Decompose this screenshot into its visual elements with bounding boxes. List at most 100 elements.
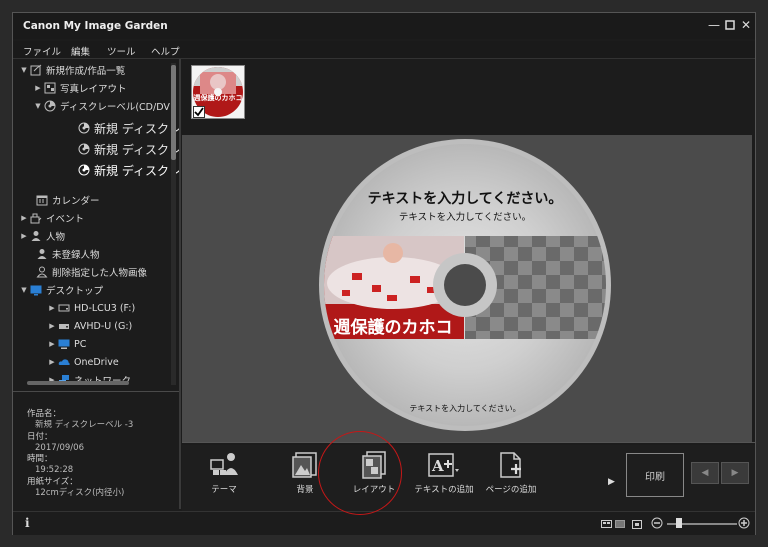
status-bar: i — [13, 511, 755, 535]
arrow-left-icon: ◀ — [701, 468, 709, 478]
menu-help[interactable]: ヘルプ — [151, 44, 180, 58]
expand-right-icon[interactable]: ▶ — [608, 477, 615, 487]
next-page-button[interactable]: ▶ — [721, 462, 749, 484]
edit-canvas[interactable]: 週保護のカホコ テキストを入力してください。 テキストを入力してください。 テキ… — [182, 135, 752, 442]
photo-layout-icon — [43, 82, 57, 94]
tree-item-new-disc-1[interactable]: 新規 ディスクレー — [77, 119, 179, 137]
tree-item-photo-layout[interactable]: ▶ 写真レイアウト — [33, 79, 127, 97]
tree-item-new-disc-3[interactable]: 新規 ディスクレー — [77, 161, 179, 179]
info-name-value: 新規 ディスクレーベル -3 — [35, 420, 134, 431]
disc-icon — [77, 122, 91, 134]
layout-label: レイアウト — [352, 485, 396, 495]
selected-checkbox[interactable] — [193, 106, 205, 118]
tree-item-disc-label[interactable]: ▼ ディスクレーベル(CD/DV — [33, 97, 170, 115]
menu-file[interactable]: ファイル — [23, 44, 61, 58]
menu-bar: ファイル 編集 ツール ヘルプ — [13, 41, 755, 59]
theme-button[interactable]: テーマ — [189, 451, 259, 495]
person-icon — [29, 230, 43, 242]
info-paper-value: 12cmディスク(内径小) — [35, 488, 125, 499]
expanded-arrow-icon[interactable]: ▼ — [19, 286, 29, 294]
drive-icon — [57, 320, 71, 332]
tree-item-pc[interactable]: ▶ PC — [47, 335, 86, 353]
disc-thumbnail[interactable]: 週保護のカホコ — [191, 65, 245, 119]
info-time-label: 時間： — [27, 454, 53, 465]
tree-item-event[interactable]: ▶ イベント — [19, 209, 84, 227]
add-text-icon: A — [428, 453, 459, 477]
layout-button[interactable]: レイアウト — [339, 451, 409, 495]
sidebar-vertical-scrollbar[interactable] — [171, 63, 176, 385]
single-view-icon[interactable] — [615, 520, 626, 532]
tree-item-people[interactable]: ▶ 人物 — [19, 227, 65, 245]
fit-to-window-icon[interactable] — [632, 519, 643, 533]
collapsed-arrow-icon[interactable]: ▶ — [19, 232, 29, 240]
zoom-out-icon[interactable] — [651, 517, 663, 532]
app-window: Canon My Image Garden — ✕ ファイル 編集 ツール ヘル… — [12, 12, 756, 535]
disc-title-text[interactable]: テキストを入力してください。 — [368, 190, 563, 207]
info-paper-label: 用紙サイズ： — [27, 476, 78, 487]
collapsed-arrow-icon[interactable]: ▶ — [19, 214, 29, 222]
tree-label: 写真レイアウト — [60, 84, 127, 95]
tree-label: AVHD-U (G:) — [74, 320, 133, 332]
disc-bottom-text[interactable]: テキストを入力してください。 — [409, 403, 520, 413]
menu-tools[interactable]: ツール — [107, 44, 136, 58]
maximize-icon[interactable] — [723, 18, 737, 32]
info-time-value: 19:52:28 — [35, 465, 74, 476]
view-mode-icon[interactable] — [601, 520, 613, 532]
background-button[interactable]: 背景 — [270, 451, 340, 495]
collapsed-arrow-icon[interactable]: ▶ — [47, 358, 57, 366]
minimize-icon[interactable]: — — [707, 18, 721, 32]
panel-splitter[interactable] — [179, 59, 181, 509]
print-button[interactable]: 印刷 — [626, 453, 684, 497]
window-title: Canon My Image Garden — [23, 20, 168, 32]
tree-item-network[interactable]: ▶ ネットワーク — [47, 371, 131, 389]
tree-label: 人物 — [46, 232, 66, 243]
tree-label: イベント — [46, 214, 85, 225]
add-page-icon — [500, 452, 521, 478]
info-date-value: 2017/09/06 — [35, 442, 84, 453]
collapsed-arrow-icon[interactable]: ▶ — [47, 340, 57, 348]
collapsed-arrow-icon[interactable]: ▶ — [47, 304, 57, 312]
info-date-label: 日付： — [27, 431, 53, 442]
tree-item-desktop[interactable]: ▼ デスクトップ — [19, 281, 103, 299]
expanded-arrow-icon[interactable]: ▼ — [19, 66, 29, 74]
theme-icon — [210, 453, 238, 475]
sidebar-divider[interactable] — [13, 391, 181, 392]
zoom-slider-handle[interactable] — [676, 518, 682, 528]
menu-edit[interactable]: 編集 — [71, 44, 90, 58]
scrollbar-thumb[interactable] — [171, 65, 176, 160]
info-icon[interactable]: i — [25, 516, 30, 530]
tree-item-onedrive[interactable]: ▶ OneDrive — [47, 353, 118, 371]
background-icon — [292, 452, 317, 478]
add-page-label: ページの追加 — [485, 485, 537, 495]
cloud-icon — [57, 356, 71, 368]
expanded-arrow-icon[interactable]: ▼ — [33, 102, 43, 110]
add-text-label: テキストの追加 — [414, 485, 474, 495]
tree-item-hd-lcu3[interactable]: ▶ HD-LCU3 (F:) — [47, 299, 135, 317]
collapsed-arrow-icon[interactable]: ▶ — [33, 84, 43, 92]
add-text-button[interactable]: A テキストの追加 — [409, 451, 479, 495]
event-icon — [29, 212, 43, 224]
tree-item-unregistered[interactable]: 未登録人物 — [35, 245, 100, 263]
sidebar-horizontal-scrollbar[interactable] — [27, 381, 129, 385]
svg-text:A: A — [431, 457, 444, 475]
tree-label: HD-LCU3 (F:) — [74, 302, 136, 314]
disc-subtitle-text[interactable]: テキストを入力してください。 — [399, 211, 531, 223]
desktop-icon — [29, 284, 43, 296]
zoom-in-icon[interactable] — [738, 517, 750, 532]
previous-page-button[interactable]: ◀ — [691, 462, 719, 484]
deleted-person-icon — [35, 266, 49, 278]
tree-item-avhd[interactable]: ▶ AVHD-U (G:) — [47, 317, 132, 335]
edit-toolbar: テーマ 背景 レイアウト A テキストの追加 ページの追加 ▶ 印刷 ◀ ▶ — [182, 445, 755, 511]
sidebar-tree: ▼ 新規作成/作品一覧 ▶ 写真レイアウト ▼ ディスクレーベル(CD/DV 新… — [17, 61, 179, 391]
close-icon[interactable]: ✕ — [739, 18, 753, 32]
add-page-button[interactable]: ページの追加 — [476, 451, 546, 495]
tree-item-calendar[interactable]: カレンダー — [35, 191, 100, 209]
canvas-divider[interactable] — [182, 442, 755, 443]
tree-label: 新規作成/作品一覧 — [46, 66, 126, 77]
tree-item-deleted-people[interactable]: 削除指定した人物画像 — [35, 263, 147, 281]
tree-item-new-disc-2[interactable]: 新規 ディスクレー — [77, 140, 179, 158]
collapsed-arrow-icon[interactable]: ▶ — [47, 322, 57, 330]
disc-label-preview[interactable]: 週保護のカホコ テキストを入力してください。 テキストを入力してください。 テキ… — [182, 135, 752, 442]
tree-item-new-work-list[interactable]: ▼ 新規作成/作品一覧 — [19, 61, 125, 79]
tree-label: カレンダー — [52, 196, 100, 207]
